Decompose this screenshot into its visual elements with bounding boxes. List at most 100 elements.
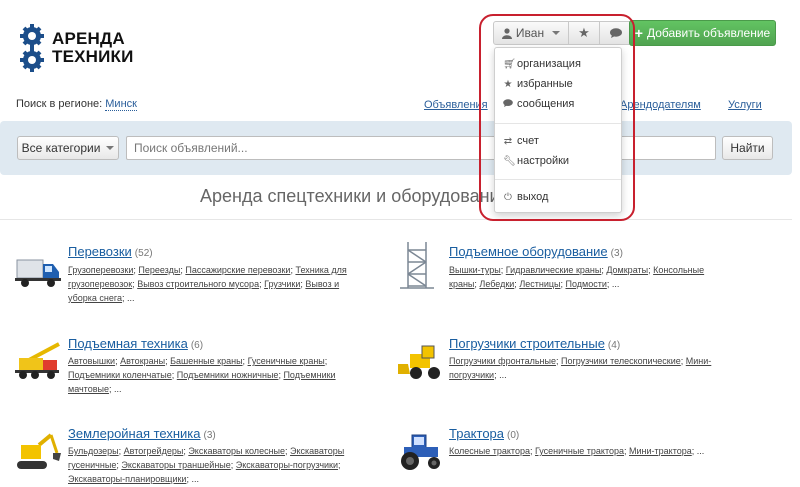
more-ellipsis[interactable]: ... [612, 279, 620, 289]
category-link[interactable]: Землеройная техника [68, 426, 201, 441]
subcategory-link[interactable]: Автогрейдеры [124, 446, 184, 456]
more-ellipsis[interactable]: ... [114, 384, 122, 394]
messages-button[interactable] [600, 22, 631, 44]
category-title: Подъемное оборудование (3) [449, 244, 623, 259]
subcategory-link[interactable]: Башенные краны [170, 356, 242, 366]
loader-icon [398, 345, 440, 379]
category-title: Трактора (0) [449, 426, 519, 441]
subcategory-link[interactable]: уборка снега [68, 293, 122, 303]
more-ellipsis[interactable]: ... [499, 370, 507, 380]
refresh-icon: ⇄ [503, 135, 513, 147]
star-icon: ★ [503, 78, 513, 90]
subcategory-link[interactable]: Грузчики [264, 279, 300, 289]
category-dropdown[interactable]: Все категории [17, 136, 119, 160]
subcategory-link[interactable]: Подъемники [283, 370, 335, 380]
subcategory-link[interactable]: Погрузчики фронтальные [449, 356, 556, 366]
menu-item-favorites[interactable]: ★ избранные [503, 76, 573, 92]
subcategory-link[interactable]: Автовышки [68, 356, 115, 366]
subcategory-list: Вышки-туры; Гидравлические краны; Домкра… [449, 265, 705, 289]
subcategory-link[interactable]: Подмости [565, 279, 606, 289]
subcategory-link[interactable]: Техника для [295, 265, 346, 275]
menu-item-logout[interactable]: ⏻ выход [503, 189, 548, 205]
more-ellipsis[interactable]: ... [697, 446, 705, 456]
user-icon [501, 27, 512, 39]
subcategory-link[interactable]: грузоперевозок [68, 279, 132, 289]
subcategory-link[interactable]: Грузоперевозки [68, 265, 133, 275]
subcategory-link[interactable]: Гусеничные трактора [535, 446, 624, 456]
category-link[interactable]: Погрузчики строительные [449, 336, 605, 351]
subcategory-link[interactable]: Экскаваторы колесные [188, 446, 285, 456]
search-button[interactable]: Найти [722, 136, 773, 160]
user-name: Иван [515, 26, 545, 40]
subcategory-link[interactable]: Вывоз и [305, 279, 339, 289]
subcategory-link[interactable]: Пассажирские перевозки [185, 265, 290, 275]
category-link[interactable]: Перевозки [68, 244, 132, 259]
nav-landlords[interactable]: Арендодателям [620, 99, 701, 111]
favorites-button[interactable]: ★ [569, 22, 600, 44]
category-link[interactable]: Подъемное оборудование [449, 244, 608, 259]
user-dropdown-menu: 🛒︎ организация ★ избранные сообщения ⇄ с… [494, 47, 622, 213]
menu-item-account[interactable]: ⇄ счет [503, 133, 539, 149]
nav-listings[interactable]: Объявления [424, 99, 488, 111]
menu-item-organization[interactable]: 🛒︎ организация [503, 56, 581, 72]
subcategory-link[interactable]: Гидравлические краны [506, 265, 602, 275]
subcategory-link[interactable]: Экскаваторы-планировщики [68, 474, 186, 484]
subcategory-list: Колесные трактора; Гусеничные трактора; … [449, 446, 705, 456]
more-ellipsis[interactable]: ... [127, 293, 135, 303]
chat-icon [503, 98, 513, 110]
divider [0, 219, 792, 220]
site-logo[interactable]: АРЕНДА ТЕХНИКИ [16, 22, 146, 74]
subcategory-list: Автовышки; Автокраны; Башенные краны; Гу… [68, 356, 336, 394]
subcategory-link[interactable]: Гусеничные краны [248, 356, 325, 366]
category-count: (4) [607, 340, 621, 351]
subcategory-link[interactable]: Переезды [138, 265, 180, 275]
more-ellipsis[interactable]: ... [191, 474, 199, 484]
category-link[interactable]: Трактора [449, 426, 504, 441]
subcategory-link[interactable]: Консольные [653, 265, 704, 275]
subcategory-link[interactable]: Вывоз строительного мусора [137, 279, 259, 289]
menu-item-messages[interactable]: сообщения [503, 96, 574, 112]
subcategory-link[interactable]: Экскаваторы траншейные [121, 460, 230, 470]
add-listing-label: Добавить объявление [646, 26, 771, 40]
tractor-icon [401, 434, 440, 470]
menu-divider [495, 123, 621, 124]
subcategory-link[interactable]: Мини-трактора [629, 446, 692, 456]
subcategory-link[interactable]: Бульдозеры [68, 446, 119, 456]
subcategory-link[interactable]: Вышки-туры [449, 265, 501, 275]
subcategory-link[interactable]: Экскаваторы-погрузчики [236, 460, 338, 470]
region-label: Поиск в регионе: [16, 98, 103, 110]
category-link[interactable]: Подъемная техника [68, 336, 188, 351]
subcategory-link[interactable]: гусеничные [68, 460, 116, 470]
subcategory-link[interactable]: Подъемники коленчатые [68, 370, 172, 380]
subcategory-link[interactable]: мачтовые [68, 384, 109, 394]
menu-item-label: организация [517, 58, 581, 70]
category-dropdown-label: Все категории [21, 141, 101, 155]
nav-services[interactable]: Услуги [728, 99, 762, 111]
search-input[interactable] [126, 136, 716, 160]
chevron-down-icon [106, 146, 115, 150]
subcategory-link[interactable]: Экскаваторы [290, 446, 344, 456]
category-title: Подъемная техника (6) [68, 336, 203, 351]
subcategory-link[interactable]: Погрузчики телескопические [561, 356, 681, 366]
user-button-group: Иван ★ [493, 21, 632, 45]
add-listing-button[interactable]: + Добавить объявление [629, 20, 776, 46]
subcategory-link[interactable]: Колесные трактора [449, 446, 530, 456]
region-city-link[interactable]: Минск [105, 98, 137, 111]
cart-icon: 🛒︎ [503, 58, 516, 70]
truck-icon [15, 259, 61, 287]
user-menu-button[interactable]: Иван [494, 22, 569, 44]
menu-item-settings[interactable]: 🔧︎ настройки [503, 153, 569, 169]
subcategory-link[interactable]: Мини- [686, 356, 712, 366]
power-icon: ⏻ [504, 191, 512, 203]
category-count: (3) [203, 430, 216, 441]
subcategory-link[interactable]: краны [449, 279, 474, 289]
page-title: Аренда спецтехники и оборудования [200, 186, 510, 206]
subcategory-link[interactable]: Лебедки [479, 279, 514, 289]
category-count: (52) [134, 248, 153, 259]
subcategory-link[interactable]: Домкраты [606, 265, 648, 275]
subcategory-link[interactable]: погрузчики [449, 370, 494, 380]
subcategory-link[interactable]: Автокраны [120, 356, 165, 366]
menu-item-label: настройки [517, 155, 570, 167]
subcategory-link[interactable]: Подъемники ножничные [177, 370, 279, 380]
subcategory-link[interactable]: Лестницы [519, 279, 560, 289]
